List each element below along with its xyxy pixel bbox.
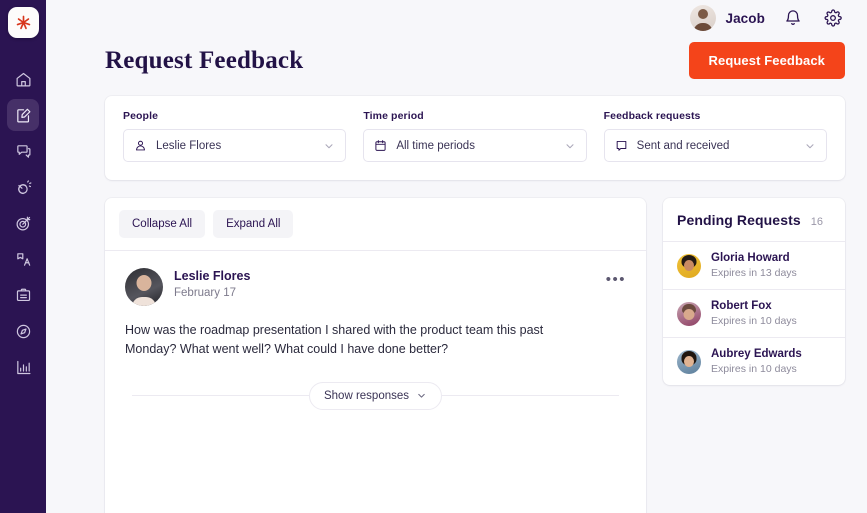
- bar-chart-icon: [16, 360, 30, 374]
- show-responses-button[interactable]: Show responses: [308, 381, 443, 410]
- sidebar-item-conversations[interactable]: [7, 135, 39, 167]
- avatar: [677, 253, 701, 278]
- post-more-button[interactable]: •••: [606, 268, 626, 287]
- feed-column: Collapse All Expand All Leslie Flores Fe…: [105, 198, 646, 513]
- pending-name: Robert Fox: [711, 300, 772, 312]
- columns: Collapse All Expand All Leslie Flores Fe…: [105, 198, 845, 513]
- pending-name: Gloria Howard: [711, 252, 790, 264]
- divider-right: [442, 395, 619, 397]
- pending-expires: Expires in 10 days: [711, 315, 797, 327]
- post-body: How was the roadmap presentation I share…: [125, 323, 544, 357]
- pending-header: Pending Requests 16: [663, 198, 845, 241]
- app-logo[interactable]: [7, 7, 39, 38]
- target-dart-icon: [16, 216, 30, 230]
- show-responses-row: Show responses: [125, 381, 626, 410]
- gear-icon: [824, 9, 842, 27]
- pending-name: Aubrey Edwards: [711, 348, 802, 360]
- notifications-button[interactable]: [781, 6, 805, 30]
- pending-info: Robert Fox Expires in 10 days: [711, 300, 797, 327]
- list-item[interactable]: Gloria Howard Expires in 13 days: [663, 242, 845, 289]
- time-period-select-value: All time periods: [396, 139, 475, 152]
- chevron-down-icon: [325, 143, 333, 148]
- filter-time-period: Time period All time periods: [363, 110, 587, 162]
- chevron-down-icon: [418, 394, 425, 398]
- user-name: Jacob: [725, 10, 765, 26]
- pending-expires: Expires in 10 days: [711, 363, 797, 375]
- post-meta: Leslie Flores February 17: [174, 268, 595, 299]
- pending-title: Pending Requests: [677, 212, 801, 228]
- expand-all-button[interactable]: Expand All: [213, 210, 294, 238]
- filter-label: Time period: [363, 110, 424, 122]
- calendar-icon: [375, 140, 386, 151]
- sidebar: [0, 0, 46, 513]
- page-header: Request Feedback Request Feedback: [46, 36, 867, 79]
- divider-left: [132, 395, 309, 397]
- time-period-select[interactable]: All time periods: [363, 129, 587, 162]
- clap-hands-icon: [17, 179, 31, 194]
- post-header: Leslie Flores February 17 •••: [125, 268, 626, 306]
- chevron-down-icon: [806, 143, 814, 148]
- sidebar-item-explore[interactable]: [7, 315, 39, 347]
- asterisk-burst-logo-icon: [16, 15, 30, 30]
- content: People Leslie Flores Time period All tim…: [46, 96, 867, 513]
- pending-count: 16: [810, 216, 823, 228]
- feedback-requests-select[interactable]: Sent and received: [603, 129, 827, 162]
- settings-button[interactable]: [821, 6, 845, 30]
- sidebar-item-analytics[interactable]: [7, 351, 39, 383]
- filter-label: Feedback requests: [603, 110, 701, 122]
- filter-people: People Leslie Flores: [123, 110, 347, 162]
- filter-feedback-requests: Feedback requests Sent and received: [603, 110, 827, 162]
- person-icon: [136, 140, 145, 151]
- sidebar-item-reviews[interactable]: [7, 279, 39, 311]
- compass-icon: [16, 324, 30, 338]
- post-date: February 17: [174, 287, 237, 299]
- avatar: [677, 349, 701, 374]
- feed-toolbar: Collapse All Expand All: [105, 198, 646, 250]
- tag-person-icon: [16, 252, 30, 266]
- pending-info: Aubrey Edwards Expires in 10 days: [711, 348, 802, 375]
- topbar: Jacob: [46, 0, 867, 36]
- sidebar-item-home[interactable]: [7, 63, 39, 95]
- list-item[interactable]: Aubrey Edwards Expires in 10 days: [663, 338, 845, 385]
- sidebar-item-goals[interactable]: [7, 207, 39, 239]
- pending-column: Pending Requests 16 Gloria Howard Expire…: [663, 198, 845, 513]
- note-edit-icon: [16, 108, 30, 122]
- main-area: Jacob Request Feedback Request Feedback: [46, 0, 867, 513]
- pending-info: Gloria Howard Expires in 13 days: [711, 252, 797, 279]
- user-menu[interactable]: Jacob: [690, 5, 765, 31]
- chat-bubbles-icon: [16, 144, 30, 158]
- pending-expires: Expires in 13 days: [711, 267, 797, 279]
- avatar: [690, 5, 717, 31]
- clipboard-icon: [16, 288, 30, 301]
- message-square-icon: [616, 140, 626, 151]
- page-title: Request Feedback: [105, 46, 304, 74]
- people-select[interactable]: Leslie Flores: [123, 129, 347, 162]
- bell-icon: [786, 10, 800, 25]
- avatar: [677, 301, 701, 326]
- chevron-down-icon: [566, 143, 574, 148]
- list-item[interactable]: Robert Fox Expires in 10 days: [663, 290, 845, 337]
- avatar: [125, 268, 163, 306]
- home-icon: [16, 72, 30, 86]
- app-root: Jacob Request Feedback Request Feedback: [0, 0, 867, 513]
- feedback-requests-select-value: Sent and received: [636, 139, 730, 152]
- sidebar-item-feedback[interactable]: [7, 99, 39, 131]
- feedback-request-item: Leslie Flores February 17 ••• How was th…: [105, 251, 646, 410]
- show-responses-label: Show responses: [323, 389, 410, 402]
- post-author: Leslie Flores: [174, 269, 251, 283]
- feedback-list-card: Collapse All Expand All Leslie Flores Fe…: [105, 198, 646, 513]
- filter-bar: People Leslie Flores Time period All tim…: [105, 96, 845, 180]
- collapse-all-button[interactable]: Collapse All: [119, 210, 206, 238]
- sidebar-item-people[interactable]: [7, 243, 39, 275]
- people-select-value: Leslie Flores: [156, 139, 222, 152]
- request-feedback-button[interactable]: Request Feedback: [688, 42, 845, 79]
- filter-label: People: [123, 110, 159, 122]
- pending-requests-card: Pending Requests 16 Gloria Howard Expire…: [663, 198, 845, 385]
- sidebar-item-praise[interactable]: [7, 171, 39, 203]
